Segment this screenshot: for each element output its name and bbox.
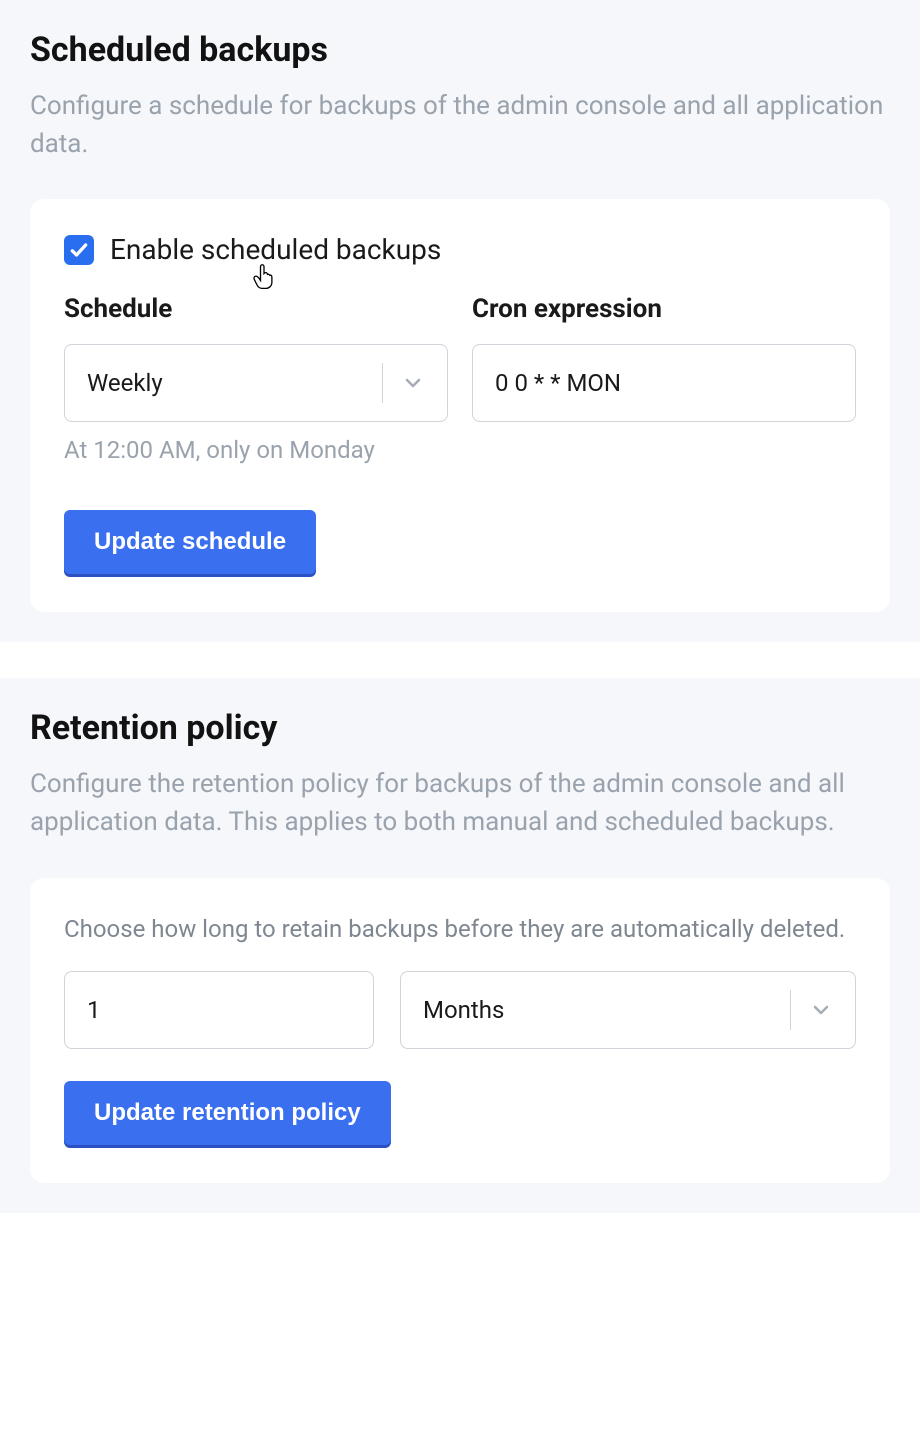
- retention-policy-section: Retention policy Configure the retention…: [0, 678, 920, 1212]
- update-schedule-button[interactable]: Update schedule: [64, 510, 316, 574]
- retention-title: Retention policy: [30, 708, 890, 748]
- schedule-select[interactable]: Weekly: [64, 344, 448, 422]
- cron-label: Cron expression: [472, 294, 856, 324]
- cron-field: Cron expression 0 0 * * MON: [472, 294, 856, 464]
- scheduled-backups-section: Scheduled backups Configure a schedule f…: [0, 0, 920, 642]
- schedule-fields-row: Schedule Weekly At 12:00 AM, only on Mon…: [64, 294, 856, 464]
- schedule-select-value: Weekly: [87, 369, 374, 397]
- cron-input[interactable]: 0 0 * * MON: [472, 344, 856, 422]
- schedule-label: Schedule: [64, 294, 448, 324]
- checkmark-icon: [69, 240, 89, 260]
- retention-desc: Configure the retention policy for backu…: [30, 766, 890, 841]
- enable-scheduled-checkbox[interactable]: [64, 235, 94, 265]
- schedule-hint: At 12:00 AM, only on Monday: [64, 436, 448, 464]
- retention-value-input[interactable]: 1: [64, 971, 374, 1049]
- enable-checkbox-row: Enable scheduled backups: [64, 233, 856, 266]
- enable-scheduled-label: Enable scheduled backups: [110, 233, 441, 266]
- retention-value: 1: [87, 996, 101, 1024]
- select-divider: [382, 363, 383, 403]
- cron-value: 0 0 * * MON: [495, 369, 621, 397]
- scheduled-title: Scheduled backups: [30, 30, 890, 70]
- retention-unit-field: Months: [400, 971, 856, 1049]
- retention-unit-value: Months: [423, 996, 782, 1024]
- retention-unit-select[interactable]: Months: [400, 971, 856, 1049]
- section-gap: [0, 642, 920, 678]
- schedule-field: Schedule Weekly At 12:00 AM, only on Mon…: [64, 294, 448, 464]
- chevron-down-icon: [809, 998, 833, 1022]
- chevron-down-icon: [401, 371, 425, 395]
- retention-value-field: 1: [64, 971, 374, 1049]
- scheduled-card: Enable scheduled backups Schedule Weekly…: [30, 199, 890, 612]
- retention-fields-row: 1 Months: [64, 971, 856, 1049]
- select-divider: [790, 990, 791, 1030]
- scheduled-desc: Configure a schedule for backups of the …: [30, 88, 890, 163]
- retention-inner-desc: Choose how long to retain backups before…: [64, 912, 856, 947]
- update-retention-button[interactable]: Update retention policy: [64, 1081, 391, 1145]
- pointer-cursor-icon: [250, 263, 278, 291]
- retention-card: Choose how long to retain backups before…: [30, 878, 890, 1183]
